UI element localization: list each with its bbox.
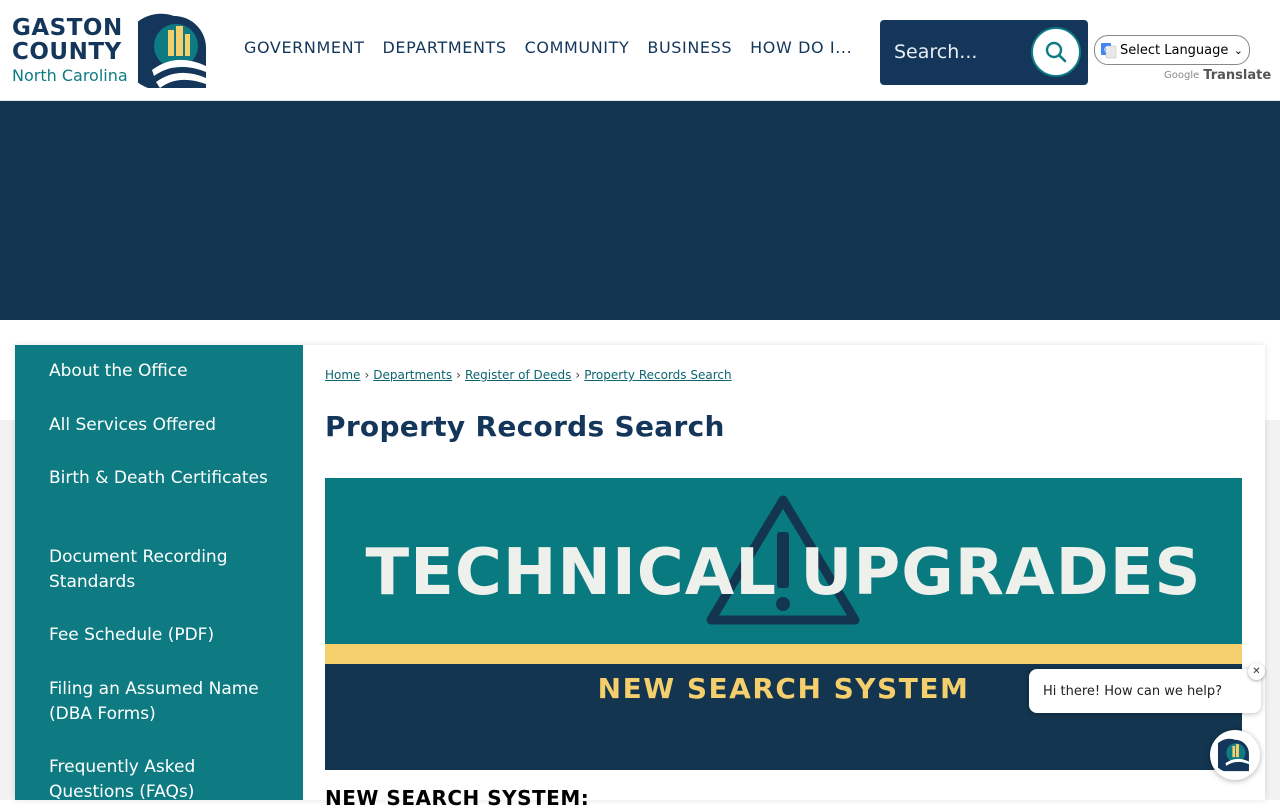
google-label: Google — [1164, 70, 1200, 81]
chat-close-button[interactable]: ✕ — [1248, 663, 1265, 680]
breadcrumb-departments[interactable]: Departments — [373, 368, 452, 382]
site-header: GASTON COUNTY North Carolina GOVERNMENT … — [0, 0, 1280, 101]
language-select-label: Select Language — [1120, 42, 1229, 58]
county-chat-logo-icon — [1218, 738, 1249, 772]
svg-text:G: G — [1104, 46, 1109, 54]
nav-business[interactable]: BUSINESS — [647, 34, 732, 62]
nav-government[interactable]: GOVERNMENT — [244, 34, 365, 62]
powered-by-google: Google Translate — [1164, 68, 1271, 83]
main-nav: GOVERNMENT DEPARTMENTS COMMUNITY BUSINES… — [244, 34, 870, 62]
promo-headline: TECHNICAL UPGRADES — [365, 536, 1202, 610]
logo-line-state: North Carolina — [12, 66, 128, 85]
search-button[interactable] — [1031, 27, 1081, 77]
google-translate-icon: G — [1101, 42, 1117, 58]
sidebar-item-about-the-office[interactable]: About the Office — [49, 359, 269, 384]
breadcrumb-property-records-search[interactable]: Property Records Search — [584, 368, 731, 382]
logo-line-county: COUNTY — [12, 39, 122, 65]
nav-community[interactable]: COMMUNITY — [525, 34, 630, 62]
search-input[interactable] — [894, 34, 1024, 70]
sidebar-item-faqs[interactable]: Frequently Asked Questions (FAQs) — [49, 755, 269, 805]
chat-launcher-button[interactable] — [1210, 730, 1260, 780]
sidebar-nav: About the Office All Services Offered Bi… — [15, 345, 303, 802]
breadcrumb-separator: › — [456, 368, 461, 382]
sidebar-item-birth-death-certificates[interactable]: Birth & Death Certificates — [49, 466, 269, 491]
breadcrumb-home[interactable]: Home — [325, 368, 360, 382]
sidebar-item-all-services-offered[interactable]: All Services Offered — [49, 413, 269, 438]
county-seal-icon — [138, 13, 206, 88]
page-title: Property Records Search — [325, 410, 725, 443]
chat-greeting-text: Hi there! How can we help? — [1043, 683, 1222, 699]
translate-link[interactable]: Translate — [1203, 68, 1271, 83]
hero-banner — [0, 101, 1280, 320]
logo-line-gaston: GASTON — [12, 15, 123, 41]
nav-how-do-i[interactable]: HOW DO I... — [750, 34, 852, 62]
breadcrumb-separator: › — [364, 368, 370, 382]
sidebar-item-fee-schedule[interactable]: Fee Schedule (PDF) — [49, 623, 269, 648]
sidebar-item-filing-assumed-name[interactable]: Filing an Assumed Name (DBA Forms) — [49, 677, 269, 727]
chat-greeting-bubble[interactable]: Hi there! How can we help? — [1029, 669, 1261, 713]
promo-stripe — [325, 644, 1242, 664]
breadcrumb-register-of-deeds[interactable]: Register of Deeds — [465, 368, 571, 382]
section-heading: NEW SEARCH SYSTEM: — [325, 786, 590, 810]
nav-departments[interactable]: DEPARTMENTS — [383, 34, 507, 62]
search-box — [880, 20, 1088, 85]
logo-text: GASTON COUNTY North Carolina — [12, 16, 128, 86]
language-select[interactable]: G Select Language ⌄ — [1094, 35, 1250, 65]
gaston-county-logo[interactable]: GASTON COUNTY North Carolina — [10, 12, 210, 92]
technical-upgrades-graphic: TECHNICAL UPGRADES NEW SEARCH SYSTEM — [325, 478, 1242, 770]
chevron-down-icon: ⌄ — [1233, 43, 1243, 57]
sidebar-item-document-recording-standards[interactable]: Document Recording Standards — [49, 545, 269, 595]
search-icon — [1045, 41, 1067, 63]
breadcrumb: Home › Departments › Register of Deeds ›… — [325, 368, 732, 382]
breadcrumb-separator: › — [575, 368, 581, 382]
